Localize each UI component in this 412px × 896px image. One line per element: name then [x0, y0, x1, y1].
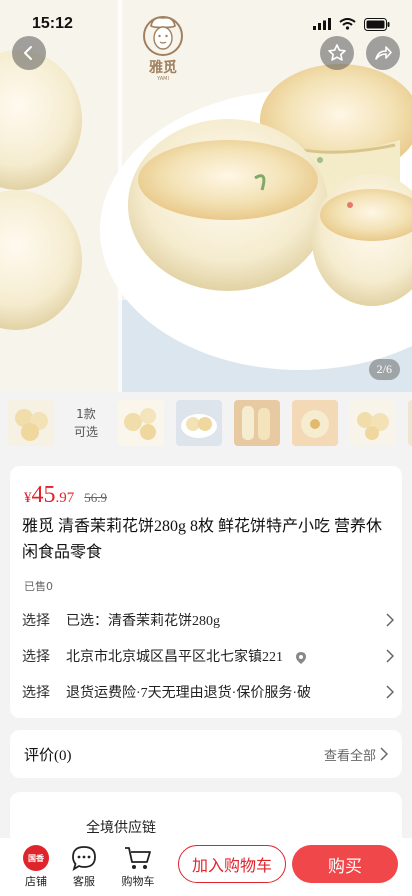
chevron-right-icon — [382, 649, 394, 663]
chevron-right-icon — [382, 613, 394, 627]
option-value: 北京市北京城区昌平区北七家镇221 — [66, 646, 382, 666]
reviews-card[interactable]: 评价(0) 查看全部 — [10, 730, 402, 778]
store-button[interactable]: 国香 店铺 — [12, 845, 60, 889]
share-button[interactable] — [366, 36, 400, 70]
thumbnail-image — [408, 400, 412, 446]
customer-service-button[interactable]: 客服 — [60, 845, 108, 889]
option-row-spec[interactable]: 选择 已选：清香茉莉花饼280g — [22, 606, 394, 634]
share-icon — [375, 46, 392, 60]
chat-icon — [72, 846, 96, 871]
star-icon — [328, 44, 346, 61]
option-row-service[interactable]: 选择 退货运费险·7天无理由退货·保价服务·破 — [22, 678, 394, 706]
option-value: 已选：清香茉莉花饼280g — [66, 614, 220, 629]
buy-now-button[interactable]: 购买 — [292, 845, 398, 883]
thumbnail-image — [176, 400, 222, 446]
store-icon: 国香 — [23, 845, 49, 871]
thumbnail-image — [234, 400, 280, 446]
chef-logo-icon — [143, 16, 183, 56]
price-integer: 45 — [31, 482, 56, 508]
original-price: 56.9 — [84, 490, 107, 505]
service-label: 客服 — [73, 876, 95, 888]
brand-subtitle: YAMI — [157, 76, 169, 82]
price-row: ¥ 45 .97 56.9 — [24, 482, 107, 509]
product-title: 雅觅 清香茉莉花饼280g 8枚 鲜花饼特产小吃 营养休闲食品零食 — [22, 518, 383, 561]
thumbnail[interactable] — [118, 400, 164, 446]
thumbnail-image — [8, 400, 54, 446]
wifi-icon — [339, 18, 356, 30]
thumbnail[interactable] — [176, 400, 222, 446]
option-key: 选择 — [22, 686, 50, 701]
chevron-right-icon — [382, 685, 394, 699]
thumbnail-image — [350, 400, 396, 446]
signal-icon — [313, 18, 331, 30]
location-pin-icon — [295, 651, 306, 664]
image-page-indicator: 2/6 — [368, 359, 400, 380]
thumbnail[interactable] — [234, 400, 280, 446]
address-text: 北京市北京城区昌平区北七家镇221 — [66, 650, 283, 665]
bottom-action-bar: 国香 店铺 客服 购物车 加入购物车 购买 — [0, 838, 412, 896]
sold-count: 已售0 — [24, 580, 53, 593]
view-all-reviews-link[interactable]: 查看全部 — [324, 745, 388, 764]
store-label: 店铺 — [25, 876, 47, 888]
product-image-carousel[interactable]: 雅觅 YAMI 2/6 — [0, 0, 412, 392]
brand-logo: 雅觅 YAMI — [134, 12, 192, 92]
thumbnail[interactable] — [408, 400, 412, 446]
variant-count-number: 1款 — [76, 407, 96, 421]
reviews-title: 评价(0) — [24, 747, 72, 764]
cart-button[interactable]: 购物车 — [114, 845, 162, 889]
price-currency: ¥ — [24, 490, 32, 506]
status-bar: 15:12 — [0, 0, 412, 48]
chevron-right-icon — [380, 747, 388, 761]
chevron-left-icon — [24, 46, 32, 60]
option-row-address[interactable]: 选择 北京市北京城区昌平区北七家镇221 — [22, 642, 394, 670]
favorite-button[interactable] — [320, 36, 354, 70]
price-decimal: .97 — [55, 490, 75, 506]
add-to-cart-button[interactable]: 加入购物车 — [178, 845, 286, 883]
shopping-cart-icon — [125, 847, 151, 869]
thumbnail[interactable] — [8, 400, 54, 446]
option-key: 选择 — [22, 614, 50, 629]
product-info-card: ¥ 45 .97 56.9 雅觅 清香茉莉花饼280g 8枚 鲜花饼特产小吃 营… — [10, 466, 402, 718]
option-value: 退货运费险·7天无理由退货·保价服务·破 — [66, 686, 311, 701]
status-icons — [313, 17, 390, 31]
battery-icon — [364, 17, 390, 31]
cart-label: 购物车 — [121, 876, 155, 888]
thumbnail-image — [118, 400, 164, 446]
store-badge-text: 国香 — [28, 853, 44, 863]
back-button[interactable] — [12, 36, 46, 70]
view-all-label: 查看全部 — [323, 747, 376, 763]
product-detail-page: 雅觅 YAMI 2/6 15:12 1款 可选 ¥ 45 .97 56.9 雅觅… — [0, 0, 412, 896]
supply-chain-title: 全境供应链 — [86, 821, 156, 836]
option-key: 选择 — [22, 650, 50, 665]
status-time: 15:12 — [32, 15, 73, 32]
variant-count[interactable]: 1款 可选 — [66, 400, 106, 446]
thumbnail[interactable] — [350, 400, 396, 446]
thumbnail-image — [292, 400, 338, 446]
variant-count-label: 可选 — [73, 425, 98, 439]
variant-thumbnail-strip: 1款 可选 — [0, 392, 412, 454]
thumbnail[interactable] — [292, 400, 338, 446]
brand-name: 雅觅 — [149, 61, 177, 76]
